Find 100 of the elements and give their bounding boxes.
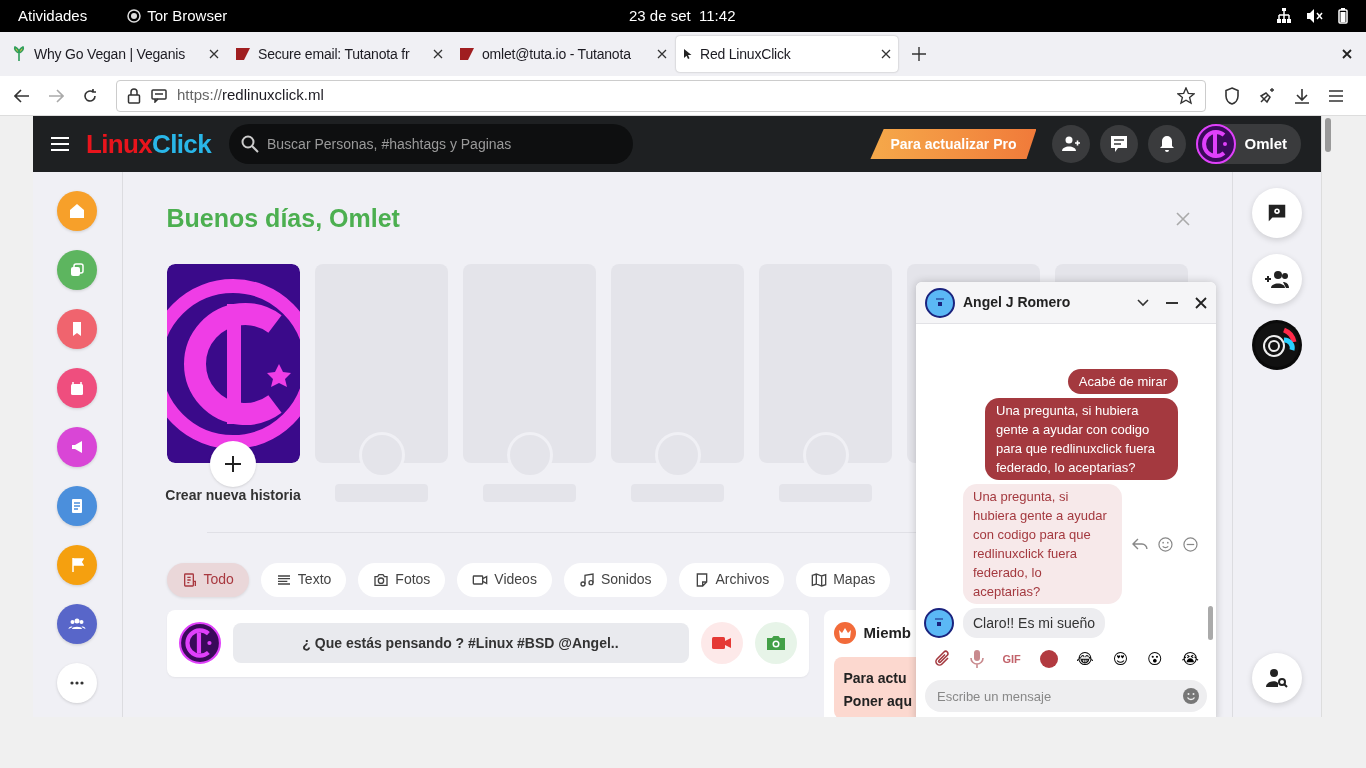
more-icon — [70, 681, 85, 685]
create-story-label: Crear nueva historia — [165, 485, 301, 505]
find-person-button[interactable] — [1251, 653, 1302, 703]
emoji-reaction[interactable]: 😂 — [1076, 647, 1094, 671]
notifications-button[interactable] — [1148, 125, 1187, 163]
video-button[interactable] — [700, 622, 743, 664]
minimize-icon[interactable] — [1166, 301, 1178, 304]
members-title: Miemb — [863, 622, 911, 643]
search-icon — [241, 135, 259, 153]
members-text: Para actu — [843, 669, 908, 688]
close-icon[interactable] — [209, 49, 219, 59]
greeting-title: Buenos días, Omlet — [166, 203, 400, 234]
megaphone-nav-button[interactable] — [57, 427, 98, 467]
reply-icon[interactable] — [1132, 538, 1149, 550]
video-camera-icon — [711, 636, 732, 650]
chat-settings-button[interactable] — [1251, 188, 1302, 238]
contact-avatar-button[interactable] — [1251, 320, 1302, 370]
broom-sparkle-icon[interactable] — [1258, 86, 1276, 105]
camera-icon — [765, 635, 786, 651]
emoji-reaction[interactable]: 😭 — [1181, 647, 1199, 671]
close-icon[interactable] — [1195, 296, 1207, 309]
message-icon — [1110, 135, 1129, 153]
lock-icon — [127, 87, 141, 104]
emoji-reaction[interactable]: 😍 — [1112, 647, 1129, 671]
close-icon[interactable] — [657, 49, 667, 59]
shield-icon[interactable] — [1224, 86, 1240, 105]
filter-chip[interactable]: Mapas — [796, 562, 891, 597]
microphone-icon[interactable] — [969, 649, 984, 669]
activities-button[interactable]: Atividades — [18, 4, 88, 28]
back-icon[interactable] — [14, 88, 30, 103]
filter-chip[interactable]: Fotos — [358, 562, 446, 597]
megaphone-icon — [71, 440, 84, 454]
profile-button[interactable]: Omlet — [1196, 124, 1301, 164]
site-logo[interactable]: LinuxClick — [86, 124, 211, 164]
pages-nav-button[interactable] — [57, 250, 98, 290]
paperclip-icon[interactable] — [933, 650, 951, 668]
gif-button[interactable]: GIF — [1002, 650, 1021, 668]
reload-icon[interactable] — [82, 87, 98, 104]
filter-chip[interactable]: Archivos — [678, 562, 785, 597]
music-note-icon — [578, 571, 595, 588]
filter-chip[interactable]: Todo — [166, 562, 249, 597]
contact-avatar — [925, 287, 955, 318]
muted-speaker-icon[interactable] — [1306, 8, 1324, 24]
add-group-icon — [1263, 269, 1290, 289]
search-field[interactable]: Buscar Personas, #hashtags y Paginas — [229, 124, 633, 164]
bell-icon — [1159, 135, 1176, 153]
scrollbar-thumb[interactable] — [1324, 118, 1331, 152]
article-nav-button[interactable] — [57, 486, 98, 526]
address-bar[interactable]: https://redlinuxclick.ml — [116, 79, 1206, 112]
smiley-icon[interactable] — [1158, 536, 1174, 552]
close-icon[interactable] — [881, 49, 891, 59]
chevron-down-icon[interactable] — [1137, 298, 1149, 307]
star-icon[interactable] — [1177, 86, 1195, 105]
url-text: https://redlinuxclick.ml — [177, 85, 324, 106]
contact-name: Angel J Romero — [963, 293, 1071, 312]
message-input[interactable]: Escribe un mensaje — [925, 680, 1207, 712]
battery-icon[interactable] — [1338, 8, 1348, 24]
flag-favicon-icon — [459, 46, 475, 62]
photo-button[interactable] — [754, 622, 797, 664]
filter-chip[interactable]: Texto — [260, 562, 347, 597]
clock[interactable]: 23 de set 11:42 — [629, 4, 736, 28]
contact-avatar — [924, 608, 954, 638]
post-composer-field[interactable]: ¿ Que estás pensando ? #Linux #BSD @Angel.. — [232, 623, 689, 663]
emoji-reaction[interactable]: 😮 — [1147, 647, 1163, 671]
story-logo-artwork[interactable] — [166, 263, 300, 463]
sent-message: Una pregunta, si hubiera gente a ayudar con codigo para que redlinuxclick fuera federado, lo aceptarias? — [985, 398, 1178, 480]
filter-chip[interactable]: Videos — [457, 562, 552, 597]
add-friend-button[interactable] — [1052, 125, 1091, 163]
remove-icon[interactable] — [1183, 536, 1198, 552]
network-icon[interactable] — [1276, 8, 1292, 24]
cursor-icon — [683, 48, 693, 60]
color-dot-button[interactable] — [1039, 650, 1058, 668]
sent-message: Acabé de mirar — [1067, 369, 1178, 394]
browser-tab[interactable]: omlet@tuta.io - Tutanota — [452, 36, 674, 72]
quoted-message: Una pregunta, si hubiera gente a ayudar con codigo para que redlinuxclick fuera federado, lo aceptarias? — [963, 484, 1123, 604]
bookmark-nav-button[interactable] — [57, 309, 98, 349]
group-icon — [68, 618, 87, 630]
smiley-icon[interactable] — [1183, 688, 1199, 704]
calendar-icon — [70, 380, 85, 396]
messages-button[interactable] — [1100, 125, 1139, 163]
scrollbar-thumb[interactable] — [1208, 606, 1213, 640]
post-icon — [181, 571, 198, 588]
browser-tab[interactable]: Red LinuxClick — [676, 36, 898, 72]
app-name[interactable]: Tor Browser — [147, 4, 228, 28]
profile-logo-avatar — [1196, 124, 1237, 164]
crown-icon — [833, 621, 856, 644]
browser-tab[interactable]: Why Go Vegan | Veganis — [4, 36, 226, 72]
tor-onion-icon — [127, 9, 142, 23]
browser-tab[interactable]: Secure email: Tutanota fr — [228, 36, 450, 72]
user-name: Omlet — [1244, 133, 1287, 154]
group-nav-button[interactable] — [57, 604, 98, 644]
find-person-icon — [1264, 667, 1289, 689]
download-icon[interactable] — [1294, 87, 1310, 104]
page-info-icon — [151, 88, 167, 103]
close-icon[interactable] — [433, 49, 443, 59]
add-group-button[interactable] — [1251, 254, 1302, 304]
filter-chip[interactable]: Sonidos — [563, 562, 667, 597]
calendar-nav-button[interactable] — [57, 368, 98, 408]
new-tab-icon[interactable] — [912, 47, 926, 61]
close-icon[interactable] — [1342, 49, 1352, 59]
